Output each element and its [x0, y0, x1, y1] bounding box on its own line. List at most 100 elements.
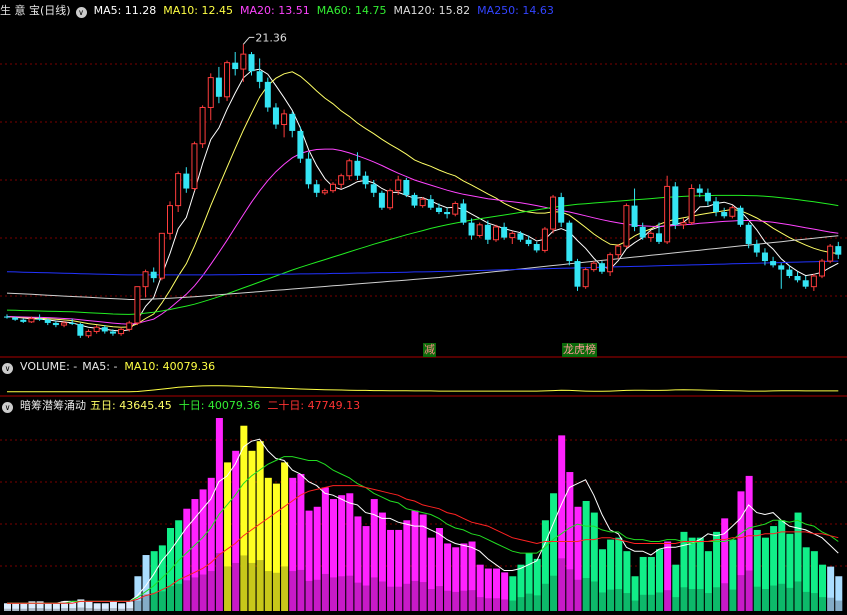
candle-body-up — [647, 232, 654, 239]
chip-bar — [362, 526, 370, 611]
candle-body-down — [802, 280, 809, 287]
candlestick — [460, 199, 467, 225]
chip-bar — [696, 537, 704, 611]
chip-bar — [509, 576, 517, 611]
candle-body-down — [770, 261, 777, 266]
circle-chevron-icon[interactable]: ∨ — [2, 363, 13, 374]
chip-bar — [721, 518, 729, 611]
high-price-label: 21.36 — [255, 31, 287, 44]
chip-bar-shade — [550, 575, 558, 611]
candlestick — [696, 184, 703, 198]
chip-bar — [330, 499, 337, 611]
stock-name[interactable]: 生 意 宝(日线) — [0, 4, 71, 17]
chip-bar — [378, 512, 386, 611]
candle-body-up — [419, 198, 426, 207]
chip-bar-shade — [403, 583, 411, 611]
chip-bar — [240, 425, 248, 611]
candlestick — [517, 231, 524, 242]
chip-bar-shade — [77, 607, 85, 611]
candle-body-down — [77, 324, 84, 336]
chip-bar-shade — [362, 585, 370, 611]
candle-body-down — [574, 261, 581, 287]
event-tag-reduce[interactable]: 减 — [423, 343, 436, 357]
chip-bar-shade — [713, 587, 721, 611]
chip-bar-shade — [232, 562, 240, 611]
candlesticks[interactable] — [4, 44, 842, 338]
chip-indicator-title: 暗筹潜筹涌动 — [20, 399, 86, 412]
ma10-label: MA10: 12.45 — [163, 4, 234, 17]
chip-bar-shade — [468, 590, 476, 611]
event-tag-dragon-tiger-list[interactable]: 龙虎榜 — [562, 343, 597, 357]
candle-body-down — [362, 175, 369, 185]
candle-body-down — [403, 180, 410, 195]
candlestick — [330, 182, 336, 193]
candle-body-up — [615, 245, 622, 256]
candlestick — [20, 318, 27, 323]
candle-body-down — [427, 199, 434, 208]
chip-bar-shade — [607, 589, 615, 611]
candle-body-up — [541, 228, 548, 251]
chip-bar — [607, 539, 615, 611]
chip-bar — [12, 603, 20, 611]
chip-bar — [517, 564, 525, 611]
chip-bar-shade — [786, 587, 794, 611]
candle-body-up — [224, 62, 231, 98]
chip-bar — [109, 601, 117, 611]
candle-body-down — [232, 62, 239, 70]
candlestick — [468, 218, 475, 240]
candlestick — [794, 271, 801, 283]
candlestick — [664, 175, 671, 244]
candlestick — [427, 194, 434, 210]
chip-bar-shade — [321, 573, 329, 611]
candlestick — [387, 188, 394, 210]
candlestick — [729, 205, 736, 219]
chip-bar-shade — [802, 591, 810, 611]
candle-body-up — [338, 175, 345, 185]
candlestick — [737, 205, 744, 227]
candle-body-down — [297, 130, 304, 159]
candlestick — [550, 194, 557, 234]
chip-bar — [550, 493, 558, 611]
candlestick — [378, 190, 385, 210]
candle-body-up — [680, 222, 687, 226]
ma250-line — [6, 260, 839, 276]
chip-bar-shade — [272, 572, 280, 611]
ma250-label: MA250: 14.63 — [477, 4, 554, 17]
chip-bar-shade — [167, 586, 174, 611]
candle-body-down — [656, 233, 662, 242]
chip-bar — [729, 539, 737, 611]
chip-bar-shade — [623, 593, 631, 611]
candle-body-up — [191, 143, 198, 190]
chip-bar — [313, 506, 321, 611]
candle-body-up — [827, 245, 834, 262]
candlestick — [321, 188, 328, 195]
chip-bar — [44, 603, 52, 611]
candle-body-up — [61, 322, 68, 326]
candle-body-down — [737, 207, 744, 225]
chip-bars[interactable] — [4, 418, 843, 611]
candlestick — [362, 171, 369, 189]
circle-chevron-icon[interactable]: ∨ — [2, 402, 13, 413]
chip-bar — [354, 516, 362, 611]
chip-bar-shade — [444, 590, 452, 611]
circle-chevron-icon[interactable]: ∨ — [75, 7, 87, 18]
candlestick — [819, 258, 825, 279]
candlestick — [598, 261, 605, 274]
chip-bar — [704, 551, 712, 611]
chip-bar-shade — [52, 608, 60, 611]
chip-bar-shade — [827, 597, 835, 611]
candlestick — [558, 192, 565, 227]
candle-body-down — [745, 224, 752, 244]
chip-bar-shade — [338, 576, 346, 611]
candle-body-up — [819, 260, 825, 277]
candle-body-down — [598, 263, 605, 272]
candle-body-up — [623, 205, 630, 247]
chip-bar-shade — [12, 608, 20, 611]
candlestick — [183, 167, 190, 193]
chip-bar — [737, 491, 745, 611]
candle-body-down — [713, 201, 720, 212]
candle-body-down — [264, 81, 271, 108]
candle-body-up — [550, 196, 557, 230]
chip-bar — [387, 529, 395, 611]
candlestick — [704, 188, 711, 206]
